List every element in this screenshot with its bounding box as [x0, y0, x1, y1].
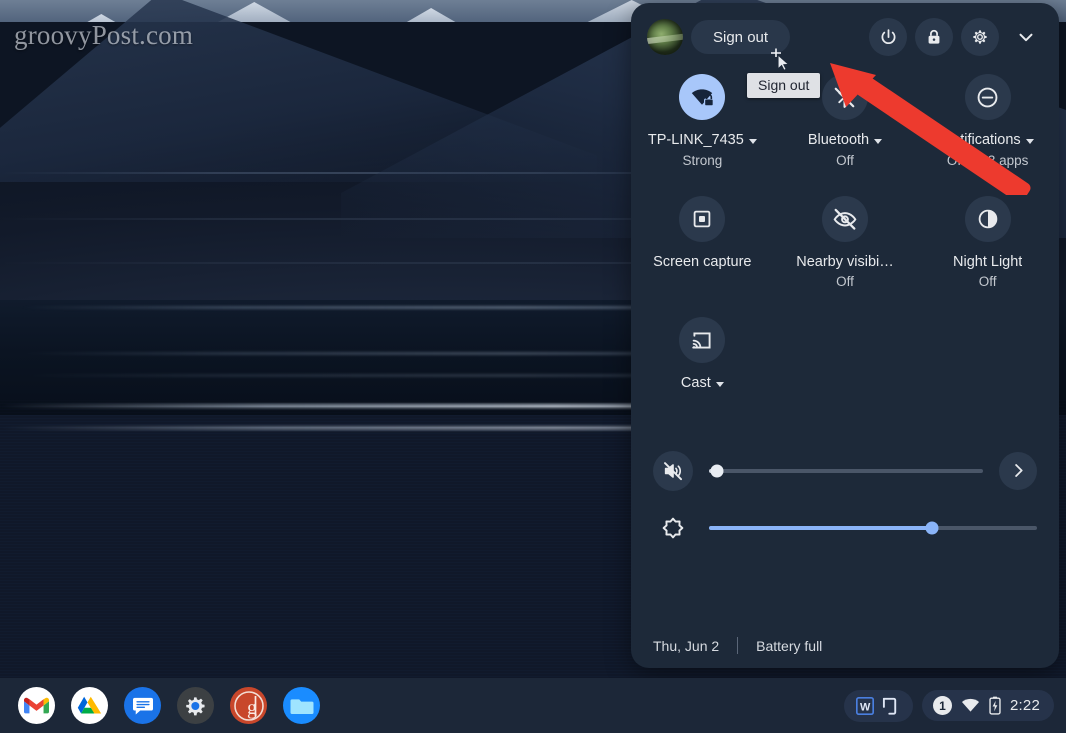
tile-night-light-sub: Off — [978, 274, 997, 290]
sliders-section — [631, 449, 1059, 550]
chevron-down-icon[interactable] — [874, 138, 883, 144]
tile-wifi-sub: Strong — [682, 152, 723, 168]
cast-icon — [679, 317, 726, 364]
tile-label: Nearby visibi… — [796, 253, 894, 272]
window-icon — [882, 697, 897, 715]
shelf-app-messages[interactable] — [124, 687, 161, 724]
date-label[interactable]: Thu, Jun 2 — [653, 638, 719, 654]
chevron-down-icon[interactable] — [715, 381, 724, 387]
tile-notifications-label: Notifications — [941, 132, 1021, 148]
notification-count-badge: 1 — [933, 696, 952, 715]
tile-label: Cast — [681, 374, 724, 393]
tile-cast[interactable]: Cast — [631, 317, 774, 393]
quick-settings-header: Sign out — [631, 3, 1059, 56]
tile-nearby-visibility-sub: Off — [836, 274, 854, 290]
brightness-icon[interactable] — [653, 508, 693, 548]
shelf-app-groovypost[interactable]: g — [230, 687, 267, 724]
tile-bluetooth-sub: Off — [836, 152, 854, 168]
do-not-disturb-icon — [964, 74, 1011, 120]
tile-nearby-visibility[interactable]: Nearby visibi… Off — [774, 195, 917, 290]
chevron-down-icon[interactable] — [1025, 138, 1034, 144]
tile-label: Night Light — [953, 253, 1022, 272]
tile-notifications[interactable]: Notifications Off for 3 apps — [916, 74, 1059, 168]
tile-label: Screen capture — [653, 253, 751, 272]
collapse-chevron-down-icon[interactable] — [1007, 18, 1045, 56]
volume-expand-chevron-right-icon[interactable] — [999, 451, 1037, 490]
quick-settings-panel: Sign out Sign out TP-LINK_7435 Strong Bl… — [631, 3, 1059, 668]
footer-divider — [737, 637, 739, 654]
volume-muted-icon[interactable] — [653, 450, 693, 491]
chevron-down-icon[interactable] — [748, 138, 757, 144]
nearby-visibility-off-icon — [821, 195, 868, 242]
lock-button[interactable] — [915, 18, 953, 56]
battery-status-label[interactable]: Battery full — [756, 638, 822, 654]
tile-screen-capture-label: Screen capture — [653, 253, 752, 270]
svg-text:W: W — [860, 701, 871, 713]
power-button[interactable] — [869, 18, 907, 56]
sign-out-tooltip: Sign out — [747, 73, 821, 98]
volume-row — [653, 449, 1037, 493]
shelf-app-gmail[interactable] — [18, 687, 55, 724]
volume-slider[interactable] — [709, 464, 983, 478]
tile-wifi-label: TP-LINK_7435 — [647, 132, 744, 148]
mouse-cursor — [771, 48, 790, 72]
quick-settings-footer: Thu, Jun 2 Battery full — [631, 637, 1059, 668]
shelf: g W 1 2:22 — [0, 678, 1066, 733]
shelf-app-google-drive[interactable] — [71, 687, 108, 724]
word-icon: W — [856, 696, 874, 715]
wifi-icon — [961, 698, 980, 712]
tile-screen-capture[interactable]: Screen capture — [631, 195, 774, 290]
brightness-row — [653, 506, 1037, 550]
bluetooth-disabled-icon — [821, 74, 868, 120]
brightness-slider[interactable] — [709, 521, 1037, 535]
system-tray-button[interactable]: 1 2:22 — [922, 690, 1054, 721]
shelf-app-files[interactable] — [283, 687, 320, 724]
tile-night-light-label: Night Light — [953, 253, 1023, 270]
tile-nearby-visibility-label: Nearby visibi… — [796, 253, 894, 270]
battery-charging-icon — [989, 696, 1001, 715]
tile-night-light[interactable]: Night Light Off — [916, 195, 1059, 290]
window-group-button[interactable]: W — [844, 689, 913, 722]
tile-notifications-sub: Off for 3 apps — [946, 152, 1029, 168]
avatar[interactable] — [647, 19, 683, 55]
settings-gear-icon[interactable] — [961, 18, 999, 56]
shelf-app-list: g — [0, 687, 320, 724]
tile-label: Bluetooth — [807, 131, 883, 150]
shelf-app-settings[interactable] — [177, 687, 214, 724]
shelf-status-area: W 1 2:22 — [844, 689, 1066, 722]
wifi-icon — [679, 74, 726, 120]
clock-label: 2:22 — [1010, 697, 1040, 714]
tile-label: Notifications — [942, 131, 1034, 150]
night-light-icon — [964, 195, 1011, 242]
tile-label: TP-LINK_7435 — [648, 131, 757, 150]
quick-settings-tiles: TP-LINK_7435 Strong Bluetooth Off Notifi… — [631, 74, 1059, 393]
watermark: groovyPost.com — [14, 20, 194, 50]
screen-capture-icon — [679, 195, 726, 242]
tile-cast-label: Cast — [680, 375, 711, 392]
tile-bluetooth-label: Bluetooth — [807, 132, 870, 148]
